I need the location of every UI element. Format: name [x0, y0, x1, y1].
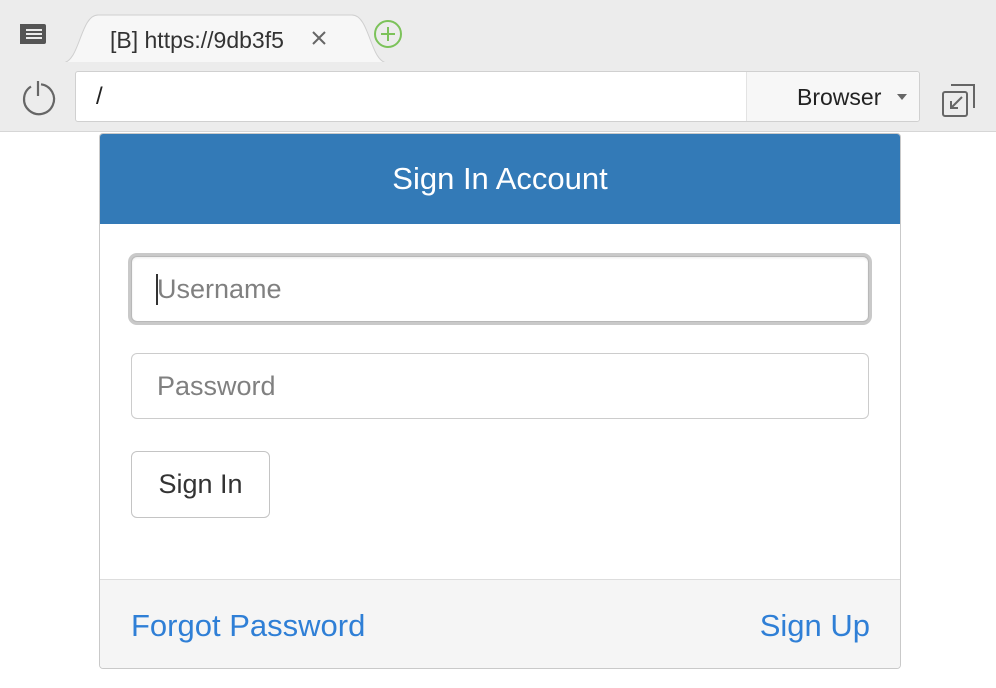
address-bar: Browser [0, 62, 996, 132]
chevron-down-icon [897, 94, 907, 100]
text-cursor [156, 274, 158, 305]
url-bar: Browser [75, 71, 920, 122]
sign-up-link[interactable]: Sign Up [760, 608, 870, 644]
browser-select[interactable]: Browser [746, 72, 919, 121]
sign-in-button[interactable]: Sign In [131, 451, 270, 518]
popout-icon[interactable] [940, 81, 978, 119]
login-panel: Sign In Account Sign In Forgot Password … [99, 133, 901, 669]
browser-tab[interactable]: [B] https://9db3f5 [62, 13, 388, 63]
forgot-password-link[interactable]: Forgot Password [131, 608, 365, 644]
password-input[interactable] [131, 353, 869, 419]
panel-footer: Forgot Password Sign Up [100, 579, 900, 668]
url-input[interactable] [76, 72, 746, 121]
reload-icon[interactable] [18, 78, 58, 118]
menu-icon[interactable] [17, 20, 49, 48]
browser-select-label: Browser [797, 84, 882, 110]
plus-circle-icon[interactable] [372, 18, 404, 50]
tab-bar: [B] https://9db3f5 [0, 0, 996, 63]
close-icon[interactable] [308, 27, 330, 49]
tab-title: [B] https://9db3f5 [110, 27, 284, 53]
username-input[interactable] [131, 256, 869, 322]
panel-title: Sign In Account [100, 134, 900, 224]
